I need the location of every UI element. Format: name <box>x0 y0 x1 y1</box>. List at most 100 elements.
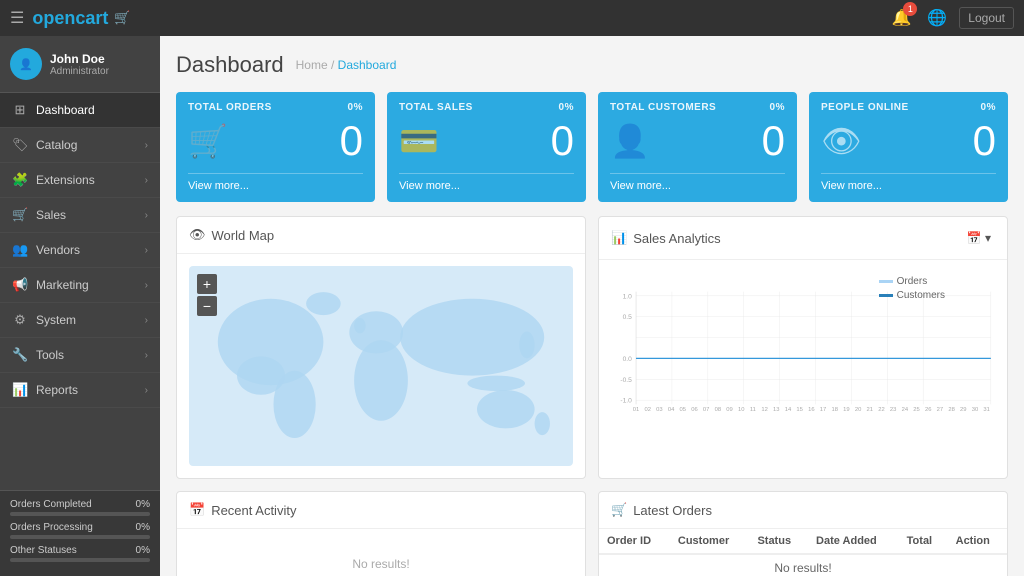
latest-orders-panel: 🛒 Latest Orders Order IDCustomerStatusDa… <box>598 491 1008 576</box>
avatar-icon: 👤 <box>19 58 33 71</box>
svg-text:25: 25 <box>913 407 919 413</box>
sidebar-item-reports[interactable]: 📊 Reports › <box>0 373 160 408</box>
stat-card-link[interactable]: View more... <box>821 173 996 192</box>
logout-button[interactable]: Logout <box>959 7 1014 29</box>
orders-table-body: No results! <box>599 554 1007 576</box>
nav-item-label: Vendors <box>36 243 80 257</box>
svg-text:11: 11 <box>750 407 756 413</box>
svg-text:27: 27 <box>937 407 943 413</box>
avatar: 👤 <box>10 48 42 80</box>
stat-label-row: Orders Completed 0% <box>10 499 150 510</box>
nav-item-left: 🏷 Catalog <box>12 137 77 153</box>
nav-item-left: 🛒 Sales <box>12 207 66 223</box>
nav-item-label: Catalog <box>36 138 77 152</box>
brand: opencart 🛒 <box>32 8 130 29</box>
calendar-icon-2: 📅 <box>189 502 205 518</box>
nav-arrow-icon: › <box>145 280 148 291</box>
sidebar-item-catalog[interactable]: 🏷 Catalog › <box>0 128 160 163</box>
svg-text:28: 28 <box>948 407 954 413</box>
orders-no-results: No results! <box>599 554 1007 576</box>
latest-orders-title: 🛒 Latest Orders <box>611 502 712 518</box>
notifications-button[interactable]: 🔔 1 <box>887 4 915 32</box>
tools-icon: 🔧 <box>12 347 28 363</box>
sales-analytics-header: 📊 Sales Analytics 📅 ▾ <box>599 217 1007 260</box>
bottom-panels: 📅 Recent Activity No results! 🛒 Latest O… <box>176 491 1008 576</box>
sidebar-stat-row: Other Statuses 0% <box>10 545 150 562</box>
navbar-left: ☰ opencart 🛒 <box>10 8 131 29</box>
nav-arrow-icon: › <box>145 315 148 326</box>
nav-item-label: Tools <box>36 348 64 362</box>
nav-arrow-icon: › <box>145 210 148 221</box>
zoom-out-button[interactable]: − <box>197 296 217 316</box>
stat-card-percent: 0% <box>770 102 785 113</box>
navbar: ☰ opencart 🛒 🔔 1 🌐 Logout <box>0 0 1024 36</box>
stat-card-percent: 0% <box>981 102 996 113</box>
stat-card-value: 0 <box>551 117 574 165</box>
stat-card-link[interactable]: View more... <box>399 173 574 192</box>
sidebar-item-tools[interactable]: 🔧 Tools › <box>0 338 160 373</box>
svg-text:08: 08 <box>715 407 721 413</box>
orders-table-head: Order IDCustomerStatusDate AddedTotalAct… <box>599 529 1007 554</box>
user-role: Administrator <box>50 66 109 77</box>
world-map-container: + − <box>189 266 573 466</box>
svg-text:1.0: 1.0 <box>623 293 633 300</box>
stat-card-icon: 💳 <box>399 122 439 160</box>
two-col-panels: 👁 World Map + − <box>176 216 1008 479</box>
sidebar-item-dashboard[interactable]: ⊞ Dashboard <box>0 93 160 128</box>
extensions-icon: 🧩 <box>12 172 28 188</box>
stat-card-link[interactable]: View more... <box>188 173 363 192</box>
nav-item-label: System <box>36 313 76 327</box>
svg-text:04: 04 <box>668 407 675 413</box>
stat-value: 0% <box>136 545 150 556</box>
svg-text:06: 06 <box>691 407 697 413</box>
stat-card-total-sales: TOTAL SALES 0% 💳 0 View more... <box>387 92 586 202</box>
nav-item-label: Marketing <box>36 278 89 292</box>
svg-text:10: 10 <box>738 407 745 413</box>
main-container: 👤 John Doe Administrator ⊞ Dashboard 🏷 C… <box>0 36 1024 576</box>
legend-customers-color <box>879 294 893 297</box>
calendar-button[interactable]: 📅 ▾ <box>963 227 995 249</box>
recent-activity-panel: 📅 Recent Activity No results! <box>176 491 586 576</box>
svg-text:20: 20 <box>855 407 862 413</box>
stat-card-link[interactable]: View more... <box>610 173 785 192</box>
nav-item-label: Reports <box>36 383 78 397</box>
sidebar-item-system[interactable]: ⚙ System › <box>0 303 160 338</box>
stat-card-icon: 👤 <box>610 122 650 160</box>
sidebar-item-vendors[interactable]: 👥 Vendors › <box>0 233 160 268</box>
stat-bar-bg <box>10 558 150 562</box>
legend-overlay: Orders Customers <box>879 276 945 301</box>
bar-chart-icon: 📊 <box>611 230 627 246</box>
cart-icon-2: 🛒 <box>611 502 627 518</box>
sidebar-item-extensions[interactable]: 🧩 Extensions › <box>0 163 160 198</box>
nav-item-label: Extensions <box>36 173 95 187</box>
orders-table: Order IDCustomerStatusDate AddedTotalAct… <box>599 529 1007 576</box>
breadcrumb-current: Dashboard <box>338 58 397 72</box>
sidebar-item-sales[interactable]: 🛒 Sales › <box>0 198 160 233</box>
world-map-title: 👁 World Map <box>189 227 274 243</box>
svg-text:-1.0: -1.0 <box>620 398 632 405</box>
stat-value: 0% <box>136 499 150 510</box>
sidebar-item-marketing[interactable]: 📢 Marketing › <box>0 268 160 303</box>
svg-text:14: 14 <box>785 407 792 413</box>
stat-card-percent: 0% <box>559 102 574 113</box>
world-map-header: 👁 World Map <box>177 217 585 254</box>
stat-cards: TOTAL ORDERS 0% 🛒 0 View more... TOTAL S… <box>176 92 1008 202</box>
orders-header-row: Order IDCustomerStatusDate AddedTotalAct… <box>599 529 1007 554</box>
globe-button[interactable]: 🌐 <box>923 4 951 32</box>
stat-card-total-orders: TOTAL ORDERS 0% 🛒 0 View more... <box>176 92 375 202</box>
nav-arrow-icon: › <box>145 350 148 361</box>
stat-label-row: Orders Processing 0% <box>10 522 150 533</box>
zoom-in-button[interactable]: + <box>197 274 217 294</box>
stat-card-header: PEOPLE ONLINE 0% <box>821 102 996 113</box>
stat-card-value: 0 <box>973 117 996 165</box>
breadcrumb-home[interactable]: Home <box>296 58 328 72</box>
orders-column-header: Customer <box>670 529 750 554</box>
stat-value: 0% <box>136 522 150 533</box>
user-info: 👤 John Doe Administrator <box>0 36 160 93</box>
hamburger-icon[interactable]: ☰ <box>10 8 24 28</box>
nav-item-left: ⊞ Dashboard <box>12 102 95 118</box>
svg-text:16: 16 <box>808 407 814 413</box>
stat-card-title: TOTAL ORDERS <box>188 102 272 113</box>
recent-activity-title: 📅 Recent Activity <box>189 502 296 518</box>
stat-card-icon: 👁 <box>821 122 862 160</box>
